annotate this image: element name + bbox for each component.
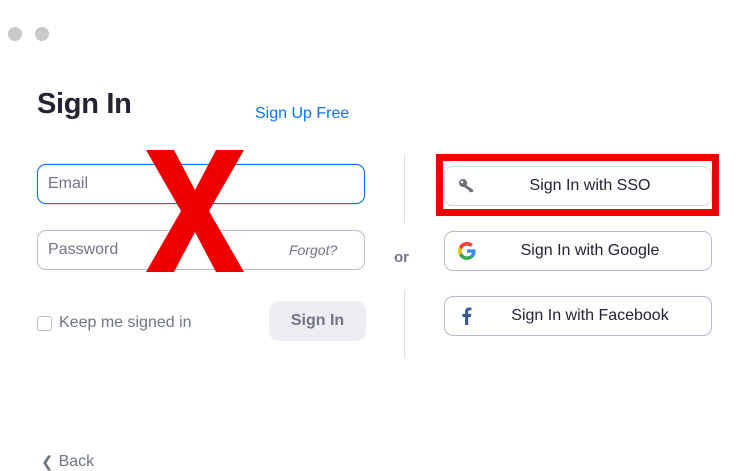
keep-signed-in-checkbox[interactable] <box>37 315 52 331</box>
sign-in-with-sso-button[interactable]: Sign In with SSO <box>444 166 712 206</box>
divider-bottom <box>404 290 405 358</box>
keep-signed-in-toggle[interactable]: Keep me signed in <box>37 314 192 332</box>
window-dot-1[interactable] <box>8 27 22 41</box>
forgot-password-link[interactable]: Forgot? <box>289 242 337 258</box>
divider-top <box>404 155 405 223</box>
facebook-button-label: Sign In with Facebook <box>511 307 669 324</box>
back-label: Back <box>58 453 95 470</box>
or-label: or <box>394 249 409 266</box>
sign-up-free-link[interactable]: Sign Up Free <box>255 105 349 123</box>
google-button-label: Sign In with Google <box>520 242 660 259</box>
window-dot-2[interactable] <box>35 27 49 41</box>
sign-in-with-google-button[interactable]: Sign In with Google <box>444 231 712 271</box>
sso-button-label: Sign In with SSO <box>529 177 651 194</box>
sign-in-button[interactable]: Sign In <box>269 301 366 341</box>
email-field[interactable] <box>37 164 365 204</box>
chevron-left-icon: ❮ <box>41 454 54 471</box>
keep-signed-in-label: Keep me signed in <box>59 314 192 331</box>
sign-in-with-facebook-button[interactable]: Sign In with Facebook <box>444 296 712 336</box>
back-link[interactable]: ❮ Back <box>41 453 94 471</box>
page-title: Sign In <box>37 88 132 120</box>
